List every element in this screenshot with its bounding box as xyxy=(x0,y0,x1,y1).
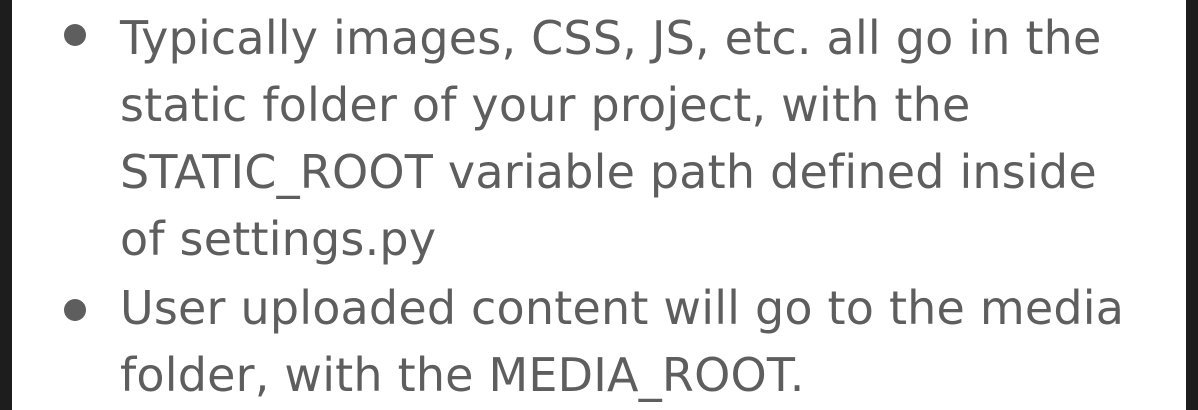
bullet-list: Typically images, CSS, JS, etc. all go i… xyxy=(12,0,1186,409)
bullet-point-icon xyxy=(64,299,86,321)
bullet-text: User uploaded content will go to the med… xyxy=(120,281,1125,402)
bullet-item-static-folder: Typically images, CSS, JS, etc. all go i… xyxy=(12,0,1186,273)
bullet-text: Typically images, CSS, JS, etc. all go i… xyxy=(120,11,1102,266)
bullet-item-media-folder: User uploaded content will go to the med… xyxy=(12,275,1186,409)
slide-content: Typically images, CSS, JS, etc. all go i… xyxy=(12,0,1186,410)
bullet-point-icon xyxy=(64,24,86,46)
